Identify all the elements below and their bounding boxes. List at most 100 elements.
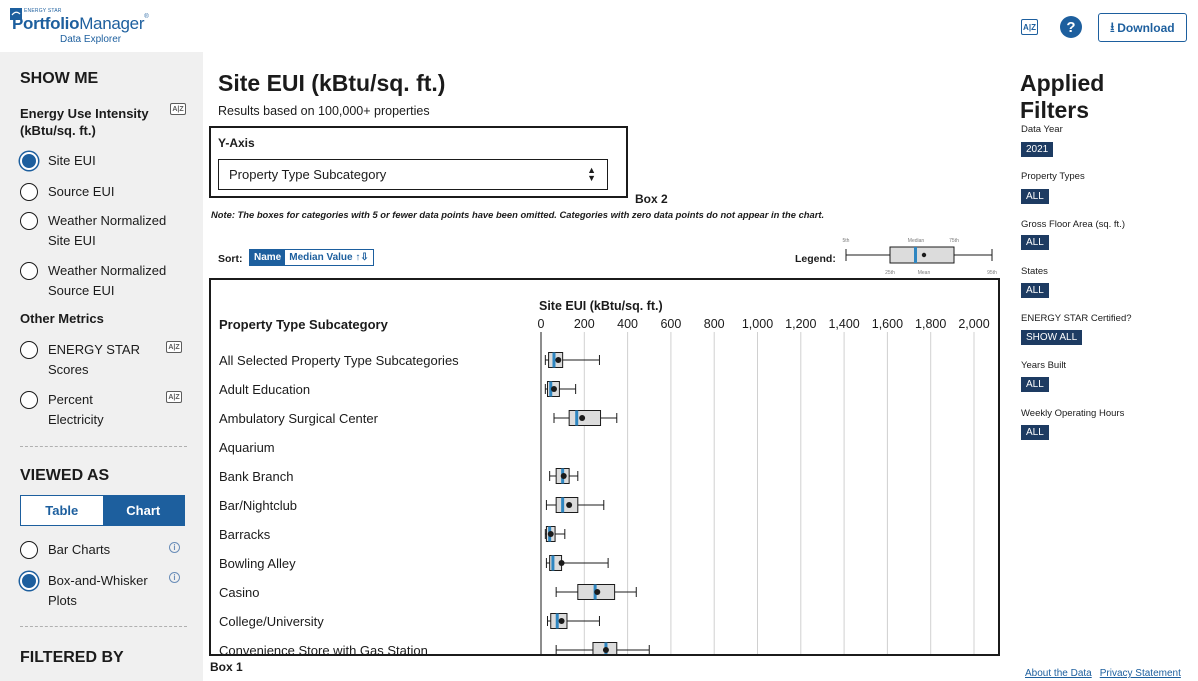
about-the-data-link[interactable]: About the Data [1025, 668, 1092, 679]
radio-percent-electricity[interactable]: Percent Electricity [20, 390, 148, 430]
chart-xtick-label: 2,000 [958, 317, 989, 331]
filtered-by-heading: FILTERED BY [20, 649, 124, 666]
box-mean-dot [579, 415, 586, 421]
radio-wn-source-eui-label: Weather Normalized Source EUI [48, 263, 167, 298]
radio-energy-star-scores[interactable]: ENERGY STAR Scores [20, 340, 148, 380]
az-toggle-icon[interactable]: A|Z [1021, 19, 1038, 35]
radio-energy-star-scores-label: ENERGY STAR Scores [48, 342, 140, 377]
filter-chip-data-year[interactable]: 2021 [1021, 142, 1054, 157]
filter-chip-weekly-operating-hours[interactable]: ALL [1021, 425, 1049, 440]
chart-category-label: Casino [219, 585, 259, 600]
radio-site-eui-indicator[interactable] [20, 152, 38, 170]
box-whisker-info-icon[interactable]: i [169, 572, 180, 583]
yaxis-label: Y-Axis [218, 136, 255, 150]
sort-name-button[interactable]: Name [250, 250, 286, 265]
sort-median-button[interactable]: Median Value ↑⇩ [285, 250, 373, 265]
chart-xtick-label: 1,000 [742, 317, 773, 331]
radio-weather-normalized-site-eui[interactable]: Weather Normalized Site EUI [20, 211, 178, 251]
app-header: ENERGY STAR PortfolioManager® Data Explo… [0, 0, 1198, 52]
filter-chip-energy-star-certified[interactable]: SHOW ALL [1021, 330, 1083, 345]
box-mean-dot [560, 473, 567, 479]
box1-chart-area[interactable]: Site EUI (kBtu/sq. ft.) Property Type Sub… [209, 278, 1000, 656]
chart-category-label: Ambulatory Surgical Center [219, 411, 379, 426]
chart-category-label: Bank Branch [219, 469, 293, 484]
privacy-statement-link[interactable]: Privacy Statement [1100, 668, 1181, 679]
box-plot-legend: 5th Median 75th 25th Mean 95th [843, 238, 998, 276]
chart-category-label: Bowling Alley [219, 556, 296, 571]
filter-label-energy-star-certified: ENERGY STAR Certified? [1021, 313, 1132, 324]
radio-weather-normalized-source-eui[interactable]: Weather Normalized Source EUI [20, 261, 178, 301]
box-median-bar [552, 352, 556, 368]
eui-heading: Energy Use Intensity (kBtu/sq. ft.) [20, 106, 149, 138]
chart-ylabel: Property Type Subcategory [219, 317, 389, 332]
legend-mean-label: Mean [918, 270, 931, 276]
radio-percent-electricity-label: Percent Electricity [48, 392, 104, 427]
chart-category-label: Adult Education [219, 382, 310, 397]
chart-xtick-label: 1,600 [872, 317, 903, 331]
radio-wn-source-eui-indicator[interactable] [20, 262, 38, 280]
box-median-bar [575, 410, 579, 426]
radio-site-eui[interactable]: Site EUI [20, 151, 178, 171]
chart-xtick-label: 0 [538, 317, 545, 331]
yaxis-select-value: Property Type Subcategory [229, 167, 387, 182]
radio-wn-site-eui-label: Weather Normalized Site EUI [48, 213, 167, 248]
other-metrics-heading: Other Metrics [20, 311, 104, 326]
filter-chip-states[interactable]: ALL [1021, 283, 1049, 298]
radio-source-eui-indicator[interactable] [20, 183, 38, 201]
view-toggle: Table Chart [20, 495, 185, 526]
radio-bar-charts[interactable]: Bar Charts [20, 540, 158, 560]
select-arrows-icon: ▲ ▼ [587, 165, 596, 183]
portfolio-manager-logo[interactable]: ENERGY STAR PortfolioManager® Data Explo… [10, 6, 149, 46]
eui-sort-az-icon[interactable]: A|Z [170, 103, 186, 115]
box-mean-dot [594, 589, 601, 595]
bar-charts-info-icon[interactable]: i [169, 542, 180, 553]
legend-median-label: Median [908, 238, 925, 244]
legend-25th-label: 25th [885, 270, 895, 276]
filter-label-weekly-operating-hours: Weekly Operating Hours [1021, 408, 1125, 419]
logo-subtitle: Data Explorer [60, 34, 122, 45]
legend-median-bar [914, 247, 917, 263]
radio-percent-electricity-indicator[interactable] [20, 391, 38, 409]
box-mean-dot [558, 560, 565, 566]
sort-label: Sort: [218, 253, 243, 265]
filter-label-data-year: Data Year [1021, 124, 1063, 135]
filter-chip-property-types[interactable]: ALL [1021, 189, 1049, 204]
percent-electricity-sort-az-icon[interactable]: A|Z [166, 391, 182, 403]
download-icon: ⭳ [1110, 21, 1115, 33]
box-mean-dot [602, 647, 609, 653]
energy-star-sort-az-icon[interactable]: A|Z [166, 341, 182, 353]
radio-wn-site-eui-indicator[interactable] [20, 212, 38, 230]
chart-xtick-label: 600 [660, 317, 681, 331]
legend-5th-label: 5th [843, 238, 850, 244]
view-table-button[interactable]: Table [21, 496, 103, 525]
radio-box-whisker-label: Box-and-Whisker Plots [48, 573, 148, 608]
chart-xtick-label: 800 [704, 317, 725, 331]
applied-filters-title: Applied Filters [1020, 70, 1130, 124]
sidebar-divider [20, 446, 187, 447]
box1-label: Box 1 [210, 660, 243, 674]
filter-chip-gross-floor-area[interactable]: ALL [1021, 235, 1049, 250]
filter-chip-years-built[interactable]: ALL [1021, 377, 1049, 392]
chart-category-label: Barracks [219, 527, 271, 542]
radio-bar-charts-indicator[interactable] [20, 541, 38, 559]
yaxis-select[interactable]: Property Type Subcategory ▲ ▼ [218, 159, 608, 190]
chart-xtick-label: 1,800 [915, 317, 946, 331]
chart-xtick-label: 1,400 [828, 317, 859, 331]
chart-category-label: College/University [219, 614, 324, 629]
box-mean-dot [558, 618, 565, 624]
chart-category-label: Bar/Nightclub [219, 498, 297, 513]
chart-xtick-label: 400 [617, 317, 638, 331]
radio-box-whisker-plots[interactable]: Box-and-Whisker Plots [20, 571, 158, 611]
radio-box-whisker-indicator[interactable] [20, 572, 38, 590]
download-button[interactable]: ⭳ Download [1098, 13, 1187, 42]
help-icon[interactable]: ? [1060, 16, 1082, 38]
box-median-bar [555, 613, 559, 629]
radio-source-eui[interactable]: Source EUI [20, 182, 178, 202]
page-subtitle: Results based on 100,000+ properties [218, 104, 430, 118]
legend-label: Legend: [795, 253, 836, 265]
radio-site-eui-label: Site EUI [48, 153, 96, 168]
logo-wordmark: PortfolioManager® [12, 14, 149, 33]
box-mean-dot [550, 386, 557, 392]
radio-energy-star-scores-indicator[interactable] [20, 341, 38, 359]
view-chart-button[interactable]: Chart [102, 496, 184, 525]
